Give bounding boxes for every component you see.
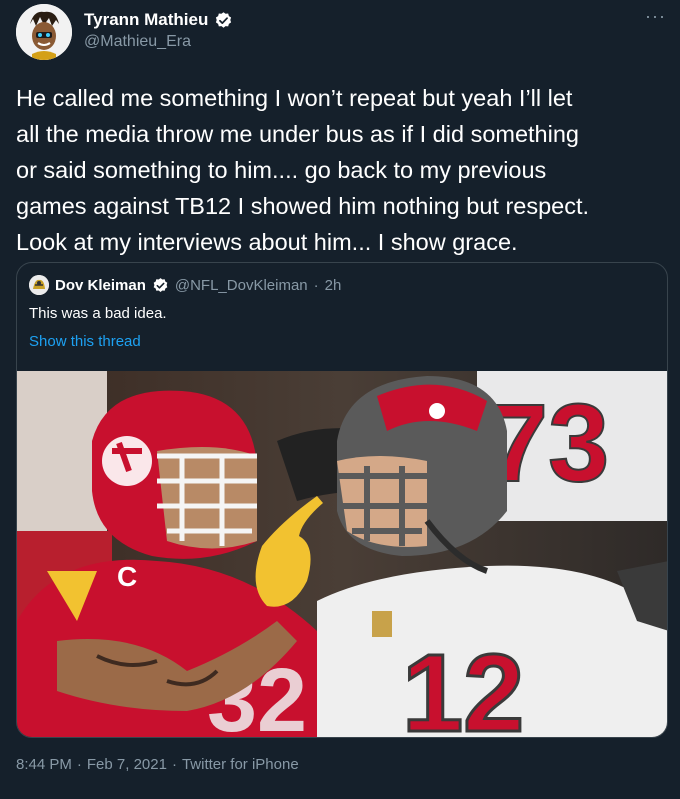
quoted-author-name: Dov Kleiman — [55, 276, 146, 294]
author-handle[interactable]: @Mathieu_Era — [84, 33, 191, 51]
quoted-avatar — [29, 275, 49, 295]
author-name[interactable]: Tyrann Mathieu — [84, 10, 208, 30]
quoted-separator: · — [313, 276, 319, 294]
more-options-icon[interactable]: ··· — [645, 6, 666, 27]
tweet-source[interactable]: Twitter for iPhone — [182, 756, 299, 773]
tweet-header: Tyrann Mathieu @Mathieu_Era ··· — [16, 4, 666, 64]
tweet-date[interactable]: Feb 7, 2021 — [87, 756, 167, 773]
quoted-media-photo[interactable]: 73 C 32 12 — [17, 371, 667, 738]
svg-text:C: C — [117, 561, 137, 592]
right-jersey-number: 12 — [402, 632, 524, 738]
football-players-photo: 73 C 32 12 — [17, 371, 667, 738]
quoted-tweet[interactable]: Dov Kleiman @NFL_DovKleiman · 2h This wa… — [16, 262, 668, 738]
quoted-text: This was a bad idea. — [29, 305, 167, 322]
verified-badge-icon — [153, 277, 168, 292]
quoted-time: 2h — [324, 276, 342, 294]
quoted-header: Dov Kleiman @NFL_DovKleiman · 2h — [29, 275, 341, 295]
author-avatar[interactable] — [16, 4, 72, 60]
tweet-footer: 8:44 PM · Feb 7, 2021 · Twitter for iPho… — [16, 756, 299, 773]
tweet-time[interactable]: 8:44 PM — [16, 756, 72, 773]
show-thread-link[interactable]: Show this thread — [29, 333, 141, 350]
quoted-handle: @NFL_DovKleiman — [174, 276, 308, 294]
tweet-text: He called me something I won’t repeat bu… — [16, 85, 590, 255]
author-name-row: Tyrann Mathieu — [84, 10, 233, 30]
verified-badge-icon — [216, 11, 232, 28]
footer-separator: · — [171, 756, 177, 773]
footer-separator: · — [76, 756, 82, 773]
